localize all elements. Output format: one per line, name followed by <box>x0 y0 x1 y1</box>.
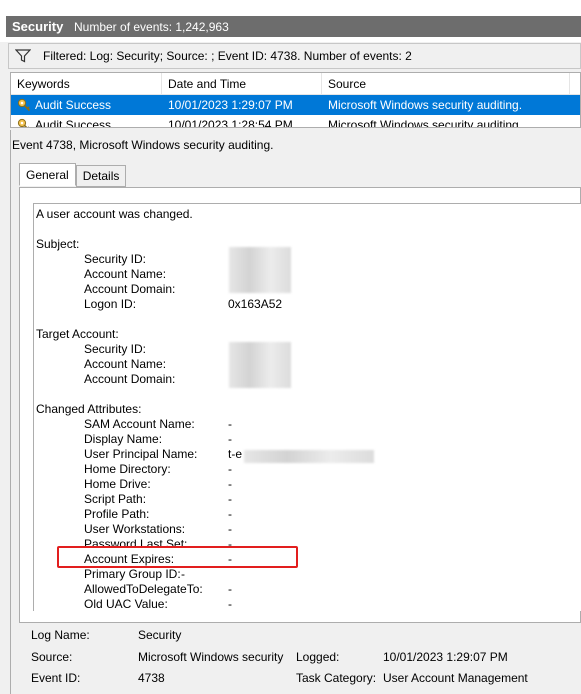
logged-value: 10/01/2023 1:29:07 PM <box>383 650 508 664</box>
tab-general[interactable]: General <box>19 163 76 186</box>
table-row[interactable]: Audit Success 10/01/2023 1:28:54 PM Micr… <box>11 115 580 128</box>
attr-primary-group-id-value: - <box>181 567 185 581</box>
target-account-domain-label: Account Domain: <box>84 372 176 386</box>
column-header-date-time[interactable]: Date and Time <box>162 73 322 94</box>
subject-account-name-label: Account Name: <box>84 267 167 281</box>
event-count: Number of events: 1,242,963 <box>74 19 229 34</box>
attr-display-name-label: Display Name: <box>84 432 163 446</box>
log-title: Security <box>12 19 64 34</box>
attr-allowed-to-delegate-value: - <box>228 582 232 596</box>
event-id-label: Event ID: <box>31 671 81 685</box>
log-header-bar: Security Number of events: 1,242,963 <box>6 16 581 37</box>
audit-key-icon <box>17 118 29 127</box>
attr-home-drive-value: - <box>228 477 232 491</box>
row-keyword: Audit Success <box>35 118 112 128</box>
redacted-target-values <box>229 342 291 388</box>
attr-primary-group-id-label: Primary Group ID: <box>84 567 181 581</box>
row-datetime: 10/01/2023 1:29:07 PM <box>168 98 293 112</box>
row-keyword-cell: Audit Success <box>11 118 162 128</box>
attr-user-workstations-label: User Workstations: <box>84 522 186 536</box>
row-datetime: 10/01/2023 1:28:54 PM <box>168 118 293 128</box>
source-label: Source: <box>31 650 73 664</box>
row-keyword: Audit Success <box>35 98 112 112</box>
tab-details[interactable]: Details <box>75 165 127 187</box>
attr-user-workstations-value: - <box>228 522 232 536</box>
changed-attributes-heading: Changed Attributes: <box>36 402 142 416</box>
audit-key-icon <box>17 98 31 112</box>
event-id-value: 4738 <box>138 671 165 685</box>
attr-sam-account-name-label: SAM Account Name: <box>84 417 195 431</box>
subject-heading: Subject: <box>36 237 80 251</box>
attr-script-path-value: - <box>228 492 232 506</box>
attr-old-uac-value-label: Old UAC Value: <box>84 597 168 611</box>
log-name-value: Security <box>138 628 182 642</box>
row-source: Microsoft Windows security auditing. <box>328 118 523 128</box>
redacted-subject-values <box>229 247 291 293</box>
task-category-label: Task Category: <box>296 671 377 685</box>
row-keyword-cell: Audit Success <box>11 98 162 112</box>
attr-profile-path-value: - <box>228 507 232 521</box>
attr-old-uac-value-value: - <box>228 597 232 611</box>
table-row[interactable]: Audit Success 10/01/2023 1:29:07 PM Micr… <box>11 95 580 115</box>
subject-security-id-label: Security ID: <box>84 252 147 266</box>
redacted-upn <box>244 450 374 463</box>
target-security-id-label: Security ID: <box>84 342 147 356</box>
detail-tabs: General Details <box>19 163 127 187</box>
filter-description: Filtered: Log: Security; Source: ; Event… <box>43 49 412 63</box>
column-header-source[interactable]: Source <box>322 73 570 94</box>
attr-upn-value: t-e <box>228 447 243 461</box>
attr-script-path-label: Script Path: <box>84 492 147 506</box>
log-name-label: Log Name: <box>31 628 90 642</box>
attr-home-drive-label: Home Drive: <box>84 477 151 491</box>
attr-display-name-value: - <box>228 432 232 446</box>
column-header-keywords[interactable]: Keywords <box>11 73 162 94</box>
attr-allowed-to-delegate-label: AllowedToDelegateTo: <box>84 582 203 596</box>
attr-home-directory-value: - <box>228 462 232 476</box>
attr-sam-account-name-value: - <box>228 417 232 431</box>
target-account-name-label: Account Name: <box>84 357 167 371</box>
attr-home-directory-label: Home Directory: <box>84 462 171 476</box>
events-grid[interactable]: Keywords Date and Time Source Audit Succ… <box>10 72 581 128</box>
subject-account-domain-label: Account Domain: <box>84 282 176 296</box>
filter-funnel-icon <box>15 49 31 63</box>
grid-header: Keywords Date and Time Source <box>11 73 580 95</box>
attr-upn-label: User Principal Name: <box>84 447 198 461</box>
event-summary: A user account was changed. <box>36 207 193 221</box>
account-expires-highlight-box <box>57 546 298 568</box>
logged-label: Logged: <box>296 650 340 664</box>
task-category-value: User Account Management <box>383 671 528 685</box>
target-account-heading: Target Account: <box>36 327 119 341</box>
attr-profile-path-label: Profile Path: <box>84 507 150 521</box>
row-source: Microsoft Windows security auditing. <box>328 98 523 112</box>
event-title: Event 4738, Microsoft Windows security a… <box>12 138 274 152</box>
subject-logon-id-value: 0x163A52 <box>228 297 283 311</box>
subject-logon-id-label: Logon ID: <box>84 297 137 311</box>
source-value: Microsoft Windows security <box>138 650 284 664</box>
filter-bar: Filtered: Log: Security; Source: ; Event… <box>8 43 581 69</box>
